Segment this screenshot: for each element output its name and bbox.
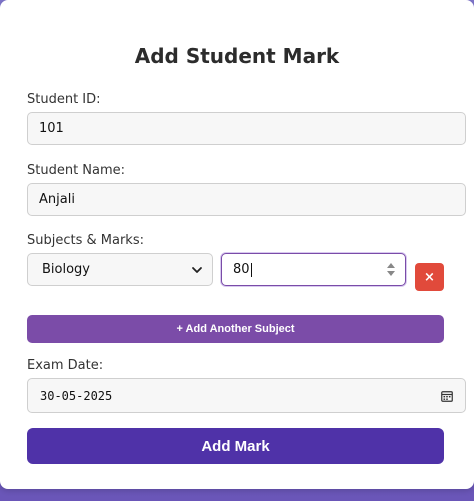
subjects-marks-label: Subjects & Marks: [27, 233, 144, 248]
student-id-label: Student ID: [27, 92, 101, 107]
add-another-subject-button[interactable]: + Add Another Subject [27, 315, 444, 343]
exam-date-value: 30-05-2025 [40, 388, 113, 403]
exam-date-label: Exam Date: [27, 358, 104, 373]
exam-date-field[interactable]: 30-05-2025 [27, 378, 466, 413]
chevron-down-icon [192, 266, 202, 273]
text-caret [250, 262, 252, 277]
page-title: Add Student Mark [134, 44, 340, 68]
spinner-up-icon[interactable] [387, 263, 395, 268]
number-spinner-icon[interactable] [387, 263, 395, 276]
spinner-down-icon[interactable] [387, 271, 395, 276]
calendar-icon[interactable] [441, 390, 453, 402]
student-name-label: Student Name: [27, 163, 126, 178]
student-name-field[interactable]: Anjali [27, 183, 466, 216]
add-mark-card: Add Student Mark Student ID: 101 Student… [0, 0, 474, 489]
add-mark-button[interactable]: Add Mark [27, 428, 444, 464]
mark-input[interactable]: 80 [221, 253, 406, 286]
student-name-value: Anjali [39, 192, 75, 207]
student-id-field[interactable]: 101 [27, 112, 466, 145]
student-id-value: 101 [39, 121, 64, 136]
subject-select-value: Biology [42, 262, 90, 277]
close-icon: × [424, 269, 435, 285]
remove-subject-button[interactable]: × [415, 263, 444, 291]
mark-input-value: 80 [233, 262, 250, 277]
subject-select[interactable]: Biology [27, 253, 213, 286]
